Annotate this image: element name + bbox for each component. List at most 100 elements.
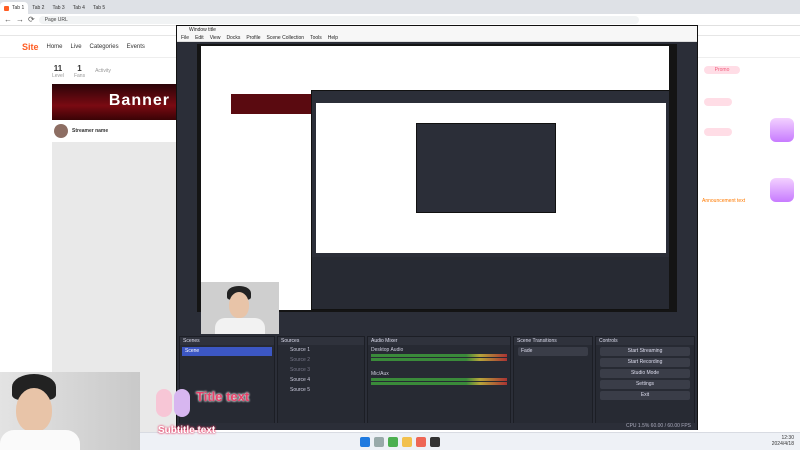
nav-events[interactable]: Events (127, 44, 145, 50)
nested-deeper (416, 123, 556, 213)
volume-meter (371, 382, 507, 385)
browser-icon[interactable] (388, 436, 398, 447)
tab-5[interactable]: Tab 5 (89, 2, 109, 14)
sources-title: Sources (278, 337, 364, 345)
streamer-row: Streamer name (52, 120, 178, 142)
scenes-title: Scenes (180, 337, 274, 345)
shirt (0, 430, 80, 450)
tab-label: Tab 3 (52, 5, 65, 11)
face (16, 388, 52, 432)
audio-mixer-dock: Audio Mixer Desktop Audio Mic/Aux (367, 336, 511, 430)
menu-scene-collection[interactable]: Scene Collection (267, 35, 305, 41)
volume-meter (371, 354, 507, 357)
mixer-title: Audio Mixer (368, 337, 510, 345)
controls-dock: Controls Start Streaming Start Recording… (595, 336, 695, 430)
obs-menu-bar: File Edit View Docks Profile Scene Colle… (177, 35, 697, 42)
nested-preview (316, 103, 666, 253)
tab-active[interactable]: Tab 1 (0, 2, 29, 14)
promo-tag-1[interactable] (704, 98, 732, 106)
character-1 (156, 389, 172, 417)
announcement-text: Announcement text (702, 198, 746, 204)
source-item[interactable]: Source 3 (280, 366, 362, 375)
menu-profile[interactable]: Profile (246, 35, 260, 41)
tab-label: Tab 2 (32, 5, 45, 11)
shirt (215, 318, 265, 334)
source-item[interactable]: Source 5 (280, 386, 362, 395)
nested-obs-window (311, 90, 669, 310)
tab-4[interactable]: Tab 4 (69, 2, 89, 14)
nested-webcam (201, 282, 279, 334)
menu-view[interactable]: View (210, 35, 221, 41)
right-sidebar: Promo Announcement text (700, 58, 800, 440)
transitions-title: Scene Transitions (514, 337, 592, 345)
mixer-track-label: Mic/Aux (371, 371, 389, 377)
tab-label: Tab 5 (92, 5, 106, 11)
stat-fans[interactable]: 1 Fans (74, 64, 85, 79)
promo-button[interactable]: Promo (704, 66, 740, 74)
studio-mode-button[interactable]: Studio Mode (600, 369, 690, 378)
tab-strip: Tab 1 Tab 2 Tab 3 Tab 4 Tab 5 (0, 0, 800, 14)
obs-title-bar: Window title (177, 26, 697, 35)
tab-3[interactable]: Tab 3 (48, 2, 68, 14)
search-icon[interactable] (374, 436, 384, 447)
nested-screen-capture (201, 46, 669, 310)
windows-start-icon[interactable] (360, 436, 370, 447)
tab-2[interactable]: Tab 2 (28, 2, 48, 14)
stat-level[interactable]: 11 Level (52, 64, 64, 79)
scene-item[interactable]: Scene (182, 347, 272, 356)
avatar[interactable] (54, 124, 68, 138)
menu-edit[interactable]: Edit (195, 35, 204, 41)
sticker-title: Title text (196, 389, 250, 404)
user-stats: 11 Level 1 Fans Activity (52, 60, 177, 82)
transition-select[interactable]: Fade (518, 347, 588, 356)
sources-dock: Sources Source 1 Source 2 Source 3 Sourc… (277, 336, 365, 430)
face (229, 292, 249, 318)
nav-categories[interactable]: Categories (90, 44, 119, 50)
nested-banner (231, 94, 311, 114)
back-icon[interactable]: ← (4, 15, 12, 24)
streamer-name: Streamer name (72, 128, 109, 134)
menu-file[interactable]: File (181, 35, 189, 41)
gift-icon[interactable] (770, 118, 794, 142)
start-streaming-button[interactable]: Start Streaming (600, 347, 690, 356)
nav-live[interactable]: Live (71, 44, 82, 50)
reload-icon[interactable]: ⟳ (28, 15, 35, 24)
app-icon[interactable] (416, 436, 426, 447)
site-logo[interactable]: Site (22, 42, 39, 52)
system-tray-clock[interactable]: 12:30 2024/4/18 (772, 435, 794, 447)
gift-icon[interactable] (770, 178, 794, 202)
controls-title: Controls (596, 337, 694, 345)
source-item[interactable]: Source 4 (280, 376, 362, 385)
clock-date: 2024/4/18 (771, 441, 794, 447)
menu-docks[interactable]: Docks (226, 35, 240, 41)
channel-banner: Banner (52, 84, 178, 120)
exit-button[interactable]: Exit (600, 391, 690, 400)
transitions-dock: Scene Transitions Fade (513, 336, 593, 430)
nav-home[interactable]: Home (47, 44, 63, 50)
mixer-track-label: Desktop Audio (371, 347, 404, 353)
stat-activity[interactable]: Activity (95, 68, 111, 74)
folder-icon[interactable] (402, 436, 412, 447)
address-bar[interactable]: Page URL (38, 15, 639, 24)
obs-window: Window title File Edit View Docks Profil… (176, 25, 698, 430)
sticker-subtitle: Subtitle text (158, 425, 216, 436)
page-favicon-icon (4, 5, 9, 11)
source-item[interactable]: Source 1 (280, 346, 362, 355)
volume-meter (371, 378, 507, 381)
character-2 (174, 389, 190, 417)
settings-button[interactable]: Settings (600, 380, 690, 389)
tab-label: Tab 4 (72, 5, 85, 11)
forward-icon[interactable]: → (16, 15, 24, 24)
tab-label: Tab 1 (12, 5, 25, 11)
menu-tools[interactable]: Tools (310, 35, 322, 41)
obs-app-icon[interactable] (430, 436, 440, 447)
menu-help[interactable]: Help (328, 35, 338, 41)
obs-preview[interactable] (197, 44, 677, 334)
webcam-overlay (0, 372, 140, 450)
start-recording-button[interactable]: Start Recording (600, 358, 690, 367)
source-item[interactable]: Source 2 (280, 356, 362, 365)
sticker-overlay: Title text Subtitle text (150, 385, 260, 445)
volume-meter (371, 358, 507, 361)
promo-tag-2[interactable] (704, 128, 732, 136)
nested-dock-area (312, 257, 669, 309)
